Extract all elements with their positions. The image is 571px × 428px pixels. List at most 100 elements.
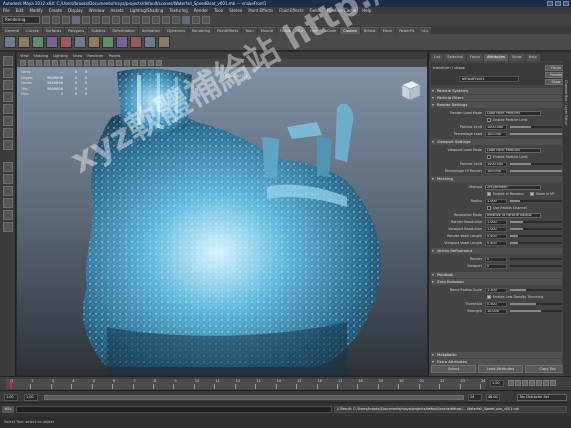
single-view-layout-icon[interactable]: [3, 162, 13, 172]
current-time-marker[interactable]: [10, 379, 12, 389]
shelf-tool-icon[interactable]: [18, 36, 30, 48]
camera-icon[interactable]: [20, 60, 26, 66]
viewport-load-mode-dropdown[interactable]: Load Point Particles: [485, 147, 541, 153]
menu-fields[interactable]: Fields: [310, 8, 321, 13]
shelf-tab-muscle[interactable]: Muscle: [257, 26, 277, 34]
vertex-viewport-field[interactable]: 0: [485, 263, 507, 269]
section-viewport-settings[interactable]: Viewport Settings: [431, 139, 562, 145]
attr-tab-focus[interactable]: Focus: [466, 54, 484, 61]
grid-icon[interactable]: [52, 60, 58, 66]
shelf-tab-animation[interactable]: Animation: [138, 26, 164, 34]
start-time-field[interactable]: 1.00: [4, 394, 18, 401]
viewport-voxel-slider[interactable]: [510, 242, 562, 244]
resolution-mode-dropdown[interactable]: Relative To Particle Radius: [485, 212, 541, 218]
paint-select-tool-icon[interactable]: [3, 80, 13, 90]
wireframe-icon[interactable]: [108, 60, 114, 66]
meshing-radius-field[interactable]: 1.000: [485, 198, 507, 204]
xray-icon[interactable]: [148, 60, 154, 66]
attr-tab-list[interactable]: List: [431, 54, 444, 61]
side-panel-strip[interactable]: Channel Box / Layer Editor: [563, 60, 571, 376]
render-percentage-field[interactable]: 100.000: [485, 131, 507, 137]
viewport-limit-field[interactable]: 1000.000: [485, 161, 507, 167]
shelf-particle-icon[interactable]: [116, 36, 128, 48]
meshing-radius-slider[interactable]: [510, 200, 562, 202]
snap-point-icon[interactable]: [122, 16, 130, 24]
step-forward-icon[interactable]: [536, 380, 542, 386]
lasso-tool-icon[interactable]: [3, 68, 13, 78]
menu-window[interactable]: Window: [89, 8, 105, 13]
shadows-icon[interactable]: [140, 60, 146, 66]
field-chart-icon[interactable]: [84, 60, 90, 66]
image-plane-icon[interactable]: [44, 60, 50, 66]
menu-help[interactable]: Help: [362, 8, 371, 13]
new-scene-icon[interactable]: [42, 16, 50, 24]
shelf-tab-polygons[interactable]: Polygons: [65, 26, 88, 34]
range-bar[interactable]: [44, 395, 464, 400]
viewport-percentage-slider[interactable]: [510, 170, 562, 172]
shelf-tab-surfaces[interactable]: Surfaces: [42, 26, 65, 34]
lights-icon[interactable]: [132, 60, 138, 66]
shelf-emitter-icon[interactable]: [32, 36, 44, 48]
threshold-field[interactable]: 0.500: [485, 301, 507, 307]
section-particle-systems[interactable]: Particle Systems: [431, 88, 562, 94]
section-pointball[interactable]: Pointball: [431, 272, 562, 278]
render-load-mode-dropdown[interactable]: Load Point Particles: [485, 110, 541, 116]
view-cube-icon[interactable]: [397, 77, 423, 103]
last-tool-icon[interactable]: [3, 140, 13, 150]
menu-texturing[interactable]: Texturing: [169, 8, 187, 13]
menu-fluid-effects[interactable]: Fluid Effects: [279, 8, 303, 13]
camera-attributes-icon[interactable]: [28, 60, 34, 66]
attr-tab-attributes[interactable]: Attributes: [484, 54, 508, 61]
manipulator-icon[interactable]: [3, 128, 13, 138]
menu-toon[interactable]: Toon: [214, 8, 223, 13]
render-resolution-field[interactable]: 1.000: [485, 219, 507, 225]
section-meshing[interactable]: Meshing: [431, 176, 562, 182]
select-object-icon[interactable]: [82, 16, 90, 24]
viewport-resolution-slider[interactable]: [510, 228, 562, 230]
minimize-button[interactable]: [547, 1, 553, 6]
section-render-settings[interactable]: Render Settings: [431, 102, 562, 108]
ipr-render-icon[interactable]: [162, 16, 170, 24]
snap-grid-icon[interactable]: [102, 16, 110, 24]
snap-curve-icon[interactable]: [112, 16, 120, 24]
select-button[interactable]: Select: [431, 365, 476, 373]
close-button[interactable]: [563, 1, 569, 6]
section-particle-filters[interactable]: Particle Filters: [431, 95, 562, 101]
node-name-field[interactable]: bifrostFront1: [459, 76, 519, 82]
play-forward-icon[interactable]: [529, 380, 535, 386]
menu-pipeline-cache[interactable]: Pipeline Cache: [327, 8, 356, 13]
shelf-tab-toon[interactable]: Toon: [242, 26, 257, 34]
render-voxel-slider[interactable]: [510, 235, 562, 237]
four-view-layout-icon[interactable]: [3, 174, 13, 184]
shelf-tab-bifrost[interactable]: Bifrost: [361, 26, 379, 34]
shelf-collider-icon[interactable]: [46, 36, 58, 48]
shelf-tab-curves[interactable]: Curves: [23, 26, 42, 34]
playback-start-field[interactable]: 1.00: [24, 394, 38, 401]
playback-end-field[interactable]: 24: [468, 394, 482, 401]
viewport-limit-slider[interactable]: [510, 163, 562, 165]
save-scene-icon[interactable]: [62, 16, 70, 24]
script-language-toggle[interactable]: MEL: [2, 406, 14, 413]
section-zero-emission[interactable]: Zero Emission: [431, 279, 562, 285]
rotate-tool-icon[interactable]: [3, 104, 13, 114]
menu-modify[interactable]: Modify: [29, 8, 42, 13]
strength-field[interactable]: 10.000: [485, 308, 507, 314]
scale-tool-icon[interactable]: [3, 116, 13, 126]
menu-paint-effects[interactable]: Paint Effects: [248, 8, 273, 13]
play-back-icon[interactable]: [522, 380, 528, 386]
shelf-field-icon[interactable]: [102, 36, 114, 48]
time-ruler[interactable]: 1 2 3 4 5 6 7 8 9 10 11 12 13 14 15 16 17 18 19 20 21 22 23 24: [6, 379, 486, 389]
viewport-menu-shading[interactable]: Shading: [34, 54, 49, 58]
shelf-tab-powerfx[interactable]: PowerFX: [396, 26, 418, 34]
history-icon[interactable]: [142, 16, 150, 24]
select-hierarchy-icon[interactable]: [72, 16, 80, 24]
attr-tab-selected[interactable]: Selected: [444, 54, 466, 61]
snap-surface-icon[interactable]: [132, 16, 140, 24]
render-view-layout-icon[interactable]: [3, 222, 13, 232]
gate-mask-icon[interactable]: [76, 60, 82, 66]
command-input[interactable]: [16, 406, 332, 413]
shelf-foam-icon[interactable]: [144, 36, 156, 48]
menu-create[interactable]: Create: [49, 8, 62, 13]
blend-radius-slider[interactable]: [510, 289, 562, 291]
viewport-menu-panels[interactable]: Panels: [109, 54, 121, 58]
